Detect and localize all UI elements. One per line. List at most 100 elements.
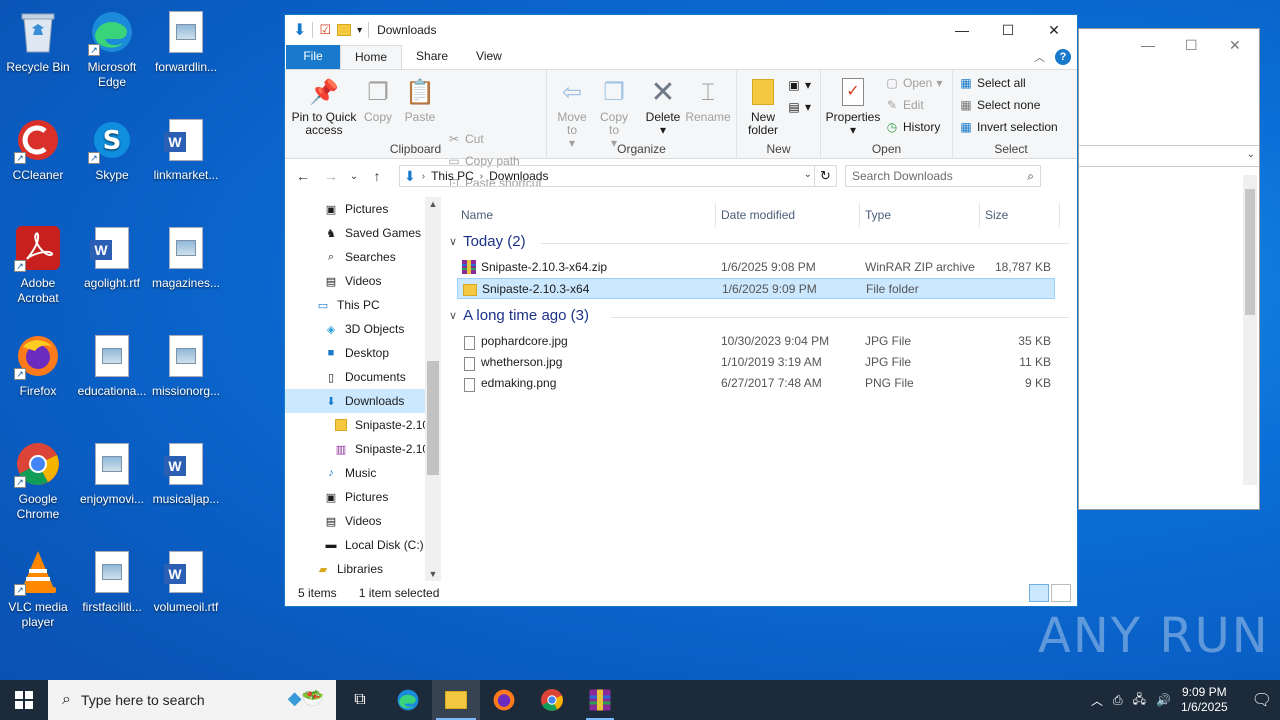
select-all-button[interactable]: ▦ Select all: [959, 74, 1025, 92]
close-button[interactable]: ✕: [1031, 15, 1077, 45]
desktop-icon-educationa[interactable]: educationa...: [74, 332, 150, 399]
select-none-button[interactable]: ▦ Select none: [959, 96, 1040, 114]
desktop-icon-recycle-bin[interactable]: Recycle Bin: [0, 8, 76, 75]
desktop-icon-skype[interactable]: S ↗ Skype: [74, 116, 150, 183]
background-dropdown[interactable]: ⌄: [1079, 145, 1259, 167]
scroll-down-icon[interactable]: ▼: [425, 569, 441, 579]
column-date-modified[interactable]: Date modified: [721, 203, 795, 227]
network-icon[interactable]: 🖧: [1133, 690, 1146, 711]
recent-locations-icon[interactable]: ⌄: [347, 171, 361, 182]
edit-button[interactable]: ✎ Edit: [885, 96, 924, 114]
column-type[interactable]: Type: [865, 203, 891, 227]
background-scrollbar[interactable]: [1243, 175, 1257, 485]
minimize-icon[interactable]: —: [1141, 37, 1155, 53]
clock[interactable]: 9:09 PM 1/6/2025: [1181, 685, 1228, 715]
column-name[interactable]: Name: [461, 203, 493, 227]
new-folder-button[interactable]: New folder: [741, 76, 785, 137]
taskbar-chrome[interactable]: [528, 680, 576, 720]
large-icons-view-icon[interactable]: [1051, 584, 1071, 602]
collapse-ribbon-icon[interactable]: ︿: [1034, 49, 1045, 65]
table-row[interactable]: whetherson.jpg 1/10/2019 3:19 AM JPG Fil…: [457, 352, 1055, 373]
forward-arrow-icon[interactable]: →: [319, 168, 343, 184]
desktop-icon-google-chrome[interactable]: ↗ Google Chrome: [0, 440, 76, 522]
properties-button[interactable]: ✓ Properties ▾: [825, 76, 881, 137]
nav-item-snipaste-zip[interactable]: ▥ Snipaste-2.10: [333, 437, 429, 461]
back-arrow-icon[interactable]: ←: [291, 168, 315, 184]
nav-item-documents[interactable]: ▯ Documents: [323, 365, 406, 389]
desktop-icon-musicaljap[interactable]: W musicaljap...: [148, 440, 224, 507]
nav-item-pictures-2[interactable]: ▣ Pictures: [323, 485, 389, 509]
desktop-icon-firstfaciliti[interactable]: firstfaciliti...: [74, 548, 150, 615]
group-long-ago[interactable]: ∨ A long time ago (3): [449, 307, 589, 324]
nav-item-downloads[interactable]: ⬇ Downloads: [285, 389, 425, 413]
nav-item-videos[interactable]: ▤ Videos: [323, 269, 382, 293]
tab-file[interactable]: File: [286, 45, 340, 69]
nav-scrollbar[interactable]: ▲ ▼: [425, 197, 441, 581]
properties-icon[interactable]: ☑: [319, 22, 331, 38]
up-arrow-icon[interactable]: ↑: [365, 168, 389, 184]
copy-to-button[interactable]: ❐ Copy to ▾: [597, 76, 631, 150]
taskbar-file-explorer[interactable]: [432, 680, 480, 720]
nav-item-this-pc[interactable]: ▭ This PC: [315, 293, 380, 317]
desktop-icon-adobe-acrobat[interactable]: ↗ Adobe Acrobat: [0, 224, 76, 306]
rename-button[interactable]: ⌶ Rename: [685, 76, 731, 124]
task-view-button[interactable]: ⧉: [336, 680, 384, 720]
tab-view[interactable]: View: [462, 45, 516, 69]
notifications-icon[interactable]: 🗨: [1252, 690, 1272, 710]
volume-icon[interactable]: 🔊: [1156, 693, 1171, 707]
move-to-button[interactable]: ⇦ Move to ▾: [555, 76, 589, 150]
file-explorer-window[interactable]: ⬇ ☑ ▾ Downloads — ☐ ✕ File Home Share Vi…: [284, 14, 1078, 607]
chevron-up-icon[interactable]: ︿: [1091, 692, 1103, 709]
easy-access-button[interactable]: ▤ ▾: [787, 98, 811, 116]
table-row[interactable]: edmaking.png 6/27/2017 7:48 AM PNG File …: [457, 373, 1055, 394]
maximize-icon[interactable]: ☐: [1185, 37, 1198, 54]
nav-item-snipaste-folder[interactable]: Snipaste-2.10: [333, 413, 429, 437]
nav-item-music[interactable]: ♪ Music: [323, 461, 376, 485]
desktop-icon-ccleaner[interactable]: ↗ CCleaner: [0, 116, 76, 183]
delete-button[interactable]: ✕ Delete ▾: [643, 76, 683, 137]
nav-item-videos-2[interactable]: ▤ Videos: [323, 509, 382, 533]
close-icon[interactable]: ✕: [1229, 37, 1241, 54]
tab-home[interactable]: Home: [340, 45, 403, 69]
table-row[interactable]: pophardcore.jpg 10/30/2023 9:04 PM JPG F…: [457, 331, 1055, 352]
address-bar[interactable]: ⬇ › This PC › Downloads ⌄ ↻: [399, 165, 837, 187]
desktop-icon-agolight[interactable]: W agolight.rtf: [74, 224, 150, 291]
taskbar-edge[interactable]: [384, 680, 432, 720]
desktop-icon-edge[interactable]: ↗ Microsoft Edge: [74, 8, 150, 90]
desktop-icon-magazines[interactable]: magazines...: [148, 224, 224, 291]
maximize-button[interactable]: ☐: [985, 15, 1031, 45]
pin-quick-access-button[interactable]: 📌 Pin to Quick access: [289, 76, 359, 137]
desktop-icon-linkmarket[interactable]: W linkmarket...: [148, 116, 224, 183]
address-dropdown-icon[interactable]: ⌄: [804, 169, 812, 180]
nav-item-searches[interactable]: ⌕ Searches: [323, 245, 396, 269]
background-window[interactable]: — ☐ ✕ ⌄: [1078, 28, 1260, 510]
nav-item-saved-games[interactable]: ♞ Saved Games: [323, 221, 421, 245]
help-icon[interactable]: ?: [1055, 49, 1071, 65]
taskbar-firefox[interactable]: [480, 680, 528, 720]
minimize-button[interactable]: —: [939, 15, 985, 45]
desktop-icon-vlc[interactable]: ↗ VLC media player: [0, 548, 76, 630]
new-folder-icon[interactable]: [337, 24, 352, 36]
new-item-button[interactable]: ▣ ▾: [787, 76, 811, 94]
nav-item-pictures[interactable]: ▣ Pictures: [323, 197, 389, 221]
table-row-selected[interactable]: Snipaste-2.10.3-x64 1/6/2025 9:09 PM Fil…: [457, 278, 1055, 299]
breadcrumb-this-pc[interactable]: This PC: [431, 169, 474, 183]
refresh-icon[interactable]: ↻: [814, 166, 836, 186]
breadcrumb-downloads[interactable]: Downloads: [489, 169, 548, 183]
device-icon[interactable]: ⎙: [1113, 693, 1123, 708]
nav-item-libraries[interactable]: ▰ Libraries: [315, 557, 383, 581]
details-view-icon[interactable]: [1029, 584, 1049, 602]
copy-button[interactable]: ❐ Copy: [361, 76, 395, 124]
scroll-thumb[interactable]: [427, 361, 439, 475]
scroll-up-icon[interactable]: ▲: [425, 199, 441, 209]
desktop-icon-missionorg[interactable]: missionorg...: [148, 332, 224, 399]
history-button[interactable]: ◷ History: [885, 118, 941, 136]
desktop-icon-forwardlin[interactable]: forwardlin...: [148, 8, 224, 75]
start-button[interactable]: [0, 680, 48, 720]
desktop-icon-enjoymovi[interactable]: enjoymovi...: [74, 440, 150, 507]
nav-item-desktop[interactable]: ■ Desktop: [323, 341, 389, 365]
desktop-icon-volumeoil[interactable]: W volumeoil.rtf: [148, 548, 224, 615]
search-input[interactable]: Search Downloads ⌕: [845, 165, 1041, 187]
tab-share[interactable]: Share: [402, 45, 462, 69]
group-today[interactable]: ∨ Today (2): [449, 233, 526, 250]
